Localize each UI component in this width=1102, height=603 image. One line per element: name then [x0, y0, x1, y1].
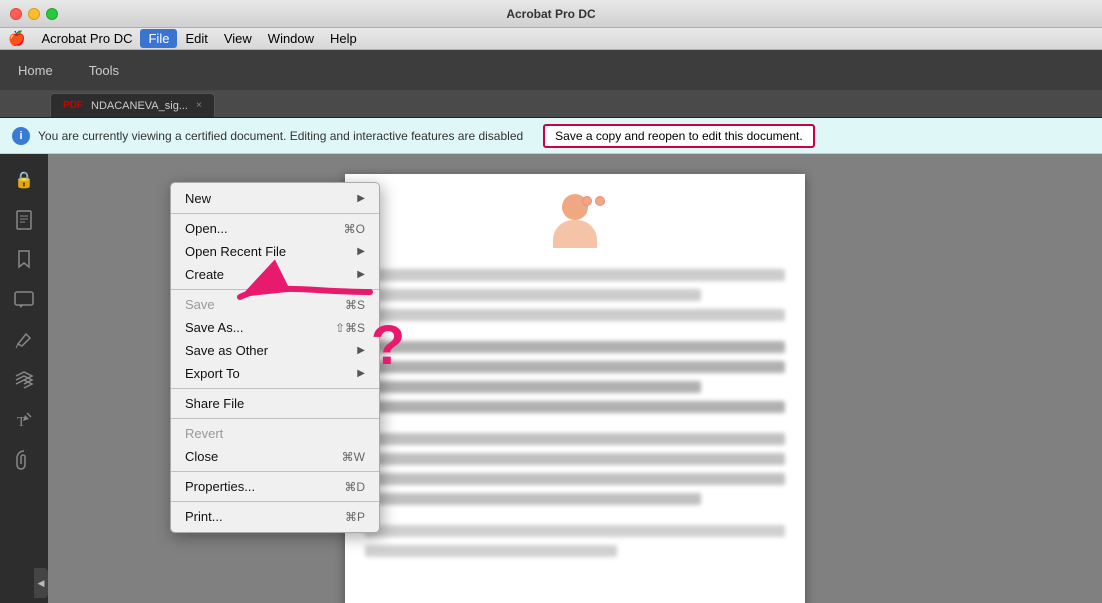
- doc-line: [365, 401, 785, 413]
- minimize-button[interactable]: [28, 8, 40, 20]
- menu-item-save: Save ⌘S: [171, 293, 379, 316]
- attach-icon[interactable]: [8, 444, 40, 476]
- doc-line: [365, 433, 785, 445]
- sidebar: 🔒 T ◀: [0, 154, 48, 603]
- avatar-figure: [545, 194, 605, 254]
- doc-line: [365, 493, 701, 505]
- menu-separator: [171, 289, 379, 290]
- menu-view[interactable]: View: [216, 29, 260, 48]
- pen-icon[interactable]: [8, 324, 40, 356]
- doc-line: [365, 453, 785, 465]
- doc-line: [365, 381, 701, 393]
- close-button[interactable]: [10, 8, 22, 20]
- toolbar-home[interactable]: Home: [10, 59, 61, 82]
- menu-separator: [171, 418, 379, 419]
- dropdown-menu-container: New ▶ Open... ⌘O Open Recent File ▶ Crea…: [170, 182, 380, 533]
- file-menu-dropdown: New ▶ Open... ⌘O Open Recent File ▶ Crea…: [170, 182, 380, 533]
- menu-separator: [171, 388, 379, 389]
- doc-header-figure: [365, 194, 785, 254]
- info-message: You are currently viewing a certified do…: [38, 129, 523, 143]
- window-title: Acrobat Pro DC: [506, 7, 595, 21]
- doc-line: [365, 341, 785, 353]
- menu-item-open[interactable]: Open... ⌘O: [171, 217, 379, 240]
- lock-icon[interactable]: 🔒: [8, 164, 40, 196]
- tab-close-button[interactable]: ×: [196, 100, 202, 111]
- menu-item-close[interactable]: Close ⌘W: [171, 445, 379, 468]
- menu-separator: [171, 501, 379, 502]
- doc-line: [365, 525, 785, 537]
- menu-item-revert: Revert: [171, 422, 379, 445]
- bookmark-icon[interactable]: [8, 244, 40, 276]
- doc-line: [365, 473, 785, 485]
- menu-item-open-recent[interactable]: Open Recent File ▶: [171, 240, 379, 263]
- apple-menu[interactable]: 🍎: [8, 30, 25, 47]
- page-icon[interactable]: [8, 204, 40, 236]
- layers-icon[interactable]: [8, 364, 40, 396]
- info-bar: i You are currently viewing a certified …: [0, 118, 1102, 154]
- collapse-sidebar-button[interactable]: ◀: [34, 568, 48, 598]
- menu-item-print[interactable]: Print... ⌘P: [171, 505, 379, 528]
- doc-line: [365, 545, 617, 557]
- document-tab[interactable]: PDF NDACANEVA_sig... ×: [50, 93, 215, 117]
- menu-acrobat[interactable]: Acrobat Pro DC: [33, 29, 140, 48]
- comment-icon[interactable]: [8, 284, 40, 316]
- doc-line: [365, 269, 785, 281]
- menu-item-save-as-other[interactable]: Save as Other ▶: [171, 339, 379, 362]
- menu-bar: 🍎 Acrobat Pro DC File Edit View Window H…: [0, 28, 1102, 50]
- toolbar: Home Tools: [0, 50, 1102, 90]
- menu-item-new[interactable]: New ▶: [171, 187, 379, 210]
- traffic-lights[interactable]: [10, 8, 58, 20]
- menu-item-export-to[interactable]: Export To ▶: [171, 362, 379, 385]
- title-bar: Acrobat Pro DC: [0, 0, 1102, 28]
- edit-text-icon[interactable]: T: [8, 404, 40, 436]
- menu-edit[interactable]: Edit: [177, 29, 215, 48]
- menu-item-share-file[interactable]: Share File: [171, 392, 379, 415]
- menu-separator: [171, 471, 379, 472]
- menu-window[interactable]: Window: [260, 29, 322, 48]
- info-icon: i: [12, 127, 30, 145]
- toolbar-tools[interactable]: Tools: [81, 59, 127, 82]
- doc-line: [365, 361, 785, 373]
- save-copy-button[interactable]: Save a copy and reopen to edit this docu…: [543, 124, 815, 148]
- tab-bar: PDF NDACANEVA_sig... ×: [0, 90, 1102, 118]
- menu-item-save-as[interactable]: Save As... ⇧⌘S: [171, 316, 379, 339]
- menu-separator: [171, 213, 379, 214]
- menu-item-create[interactable]: Create ▶: [171, 263, 379, 286]
- tab-filename: NDACANEVA_sig...: [91, 100, 188, 112]
- document-page: [345, 174, 805, 603]
- maximize-button[interactable]: [46, 8, 58, 20]
- pdf-icon: PDF: [63, 100, 83, 111]
- menu-file[interactable]: File: [140, 29, 177, 48]
- menu-item-properties[interactable]: Properties... ⌘D: [171, 475, 379, 498]
- doc-line: [365, 289, 701, 301]
- menu-help[interactable]: Help: [322, 29, 365, 48]
- doc-line: [365, 309, 785, 321]
